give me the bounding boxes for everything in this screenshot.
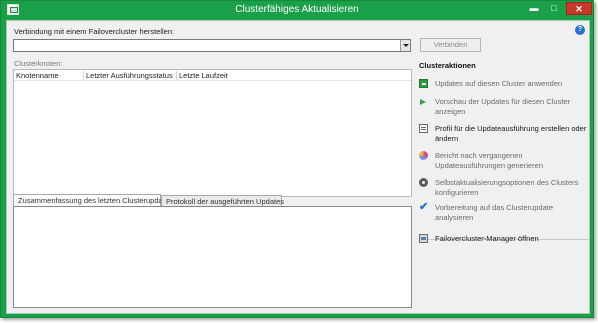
column-headers: Knotenname Letzter Ausführungsstatus Let…	[14, 70, 411, 81]
connect-button[interactable]: Verbinden	[420, 38, 481, 52]
action-update-profile-label: Profil für die Updateausführung erstelle…	[435, 124, 587, 143]
action-open-cluster-manager-label: Failovercluster-Manager öffnen	[435, 234, 539, 243]
cluster-manager-icon	[419, 234, 428, 243]
profile-document-icon	[419, 124, 428, 133]
summary-panel[interactable]	[13, 206, 412, 308]
chevron-down-icon[interactable]	[400, 40, 410, 51]
minimize-button[interactable]: ▬	[525, 2, 543, 15]
help-icon[interactable]: ?	[575, 25, 585, 35]
window-title: Clusterfähiges Aktualisieren	[235, 4, 359, 15]
column-header-last-run-time[interactable]: Letzte Laufzeit	[177, 71, 237, 80]
column-header-last-run-status[interactable]: Letzter Ausführungsstatus	[84, 71, 177, 80]
action-analyze-readiness-label: Vorbereitung auf das Clusterupdate analy…	[435, 203, 553, 222]
gear-icon	[419, 178, 428, 187]
close-button[interactable]: ✕	[566, 2, 592, 15]
report-chart-icon	[419, 151, 428, 160]
maximize-button[interactable]: □	[545, 2, 563, 15]
action-preview-updates-label: Vorschau der Updates für diesen Cluster …	[435, 97, 571, 116]
apply-updates-icon	[419, 79, 428, 88]
title-bar[interactable]: Clusterfähiges Aktualisieren ▬ □ ✕	[1, 1, 593, 19]
app-window: Clusterfähiges Aktualisieren ▬ □ ✕ ? Ver…	[0, 0, 594, 318]
column-header-node-name[interactable]: Knotenname	[14, 71, 84, 80]
connect-label: Verbindung mit einem Failovercluster her…	[14, 27, 175, 36]
cluster-nodes-label: Clusterknoten:	[14, 59, 63, 68]
preview-arrow-icon	[419, 97, 428, 106]
cluster-nodes-list[interactable]: Knotenname Letzter Ausführungsstatus Let…	[13, 69, 412, 197]
checkmark-icon: ✔	[419, 201, 429, 213]
cluster-combobox[interactable]	[13, 39, 411, 52]
cluster-actions-heading: Clusteraktionen	[419, 61, 476, 70]
client-area: ? Verbindung mit einem Failovercluster h…	[6, 20, 590, 314]
action-self-update-options-label: Selbstaktualisierungsoptionen des Cluste…	[435, 178, 579, 197]
action-apply-updates-label: Updates auf diesen Cluster anwenden	[435, 79, 563, 88]
action-generate-report-label: Bericht nach vergangenen Updateausführun…	[435, 151, 543, 170]
